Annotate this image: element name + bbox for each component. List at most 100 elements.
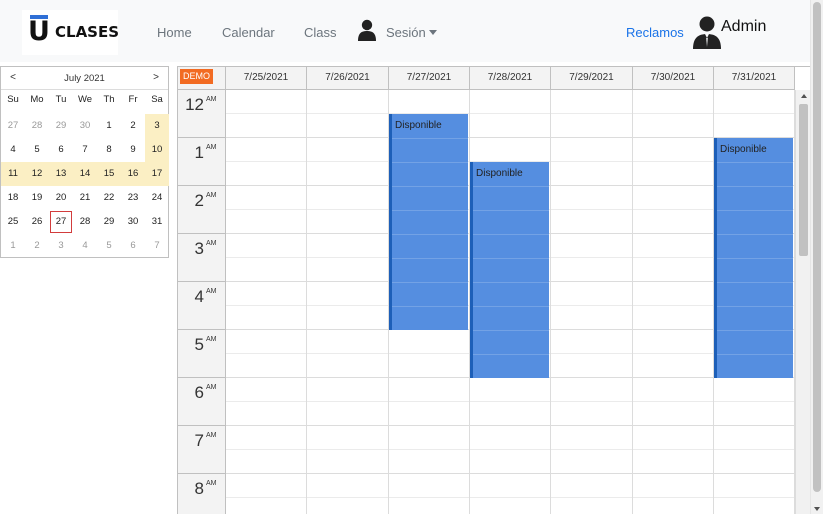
mini-calendar-day[interactable]: 17 [145,162,169,186]
event-half-hour-line [392,282,468,283]
mini-calendar-day[interactable]: 12 [25,162,49,186]
mini-calendar-day[interactable]: 26 [25,210,49,234]
mini-calendar-day[interactable]: 19 [25,186,49,210]
mini-calendar-day[interactable]: 10 [145,138,169,162]
mini-calendar-day[interactable]: 27 [49,210,73,234]
event-disponible[interactable]: Disponible [470,162,549,378]
mini-calendar: < July 2021 > Su Mo Tu We Th Fr Sa 27 28 29 30 1 2 3 4… [0,66,169,258]
half-hour-gridline [226,449,795,450]
mini-calendar-day[interactable]: 13 [49,162,73,186]
mini-calendar-day[interactable]: 14 [73,162,97,186]
mini-calendar-day[interactable]: 21 [73,186,97,210]
hour-gridline [226,473,795,474]
column-header-date[interactable]: 7/25/2021 [226,67,307,90]
column-gridline [550,90,551,514]
hour-row-header: 7 AM [178,426,226,474]
caret-down-icon [428,30,437,35]
week-calendar: DEMO Disponible Disponible Disponible 7/25… [177,66,810,514]
hour-row-header: 12 AM [178,90,226,138]
mini-calendar-day[interactable]: 24 [145,186,169,210]
mini-calendar-day[interactable]: 7 [145,234,169,258]
am-pm-label: AM [206,96,217,103]
hour-label: 6 [194,383,204,402]
mini-calendar-day[interactable]: 22 [97,186,121,210]
calendar-scrollbar[interactable] [795,90,810,514]
am-pm-label: AM [206,192,217,199]
event-half-hour-line [717,330,793,331]
calendar-scrollbar-thumb[interactable] [799,104,808,256]
sesion-dropdown[interactable]: Sesión [386,25,437,41]
mini-calendar-day[interactable]: 28 [73,210,97,234]
mini-calendar-day[interactable]: 30 [121,210,145,234]
mini-calendar-day[interactable]: 1 [97,114,121,138]
event-half-hour-line [392,162,468,163]
mini-calendar-day[interactable]: 29 [97,210,121,234]
mini-calendar-day[interactable]: 8 [97,138,121,162]
mini-calendar-day[interactable]: 30 [73,114,97,138]
am-pm-label: AM [206,384,217,391]
mini-calendar-day[interactable]: 11 [1,162,25,186]
event-half-hour-line [717,354,793,355]
column-header-date[interactable]: 7/27/2021 [389,67,470,90]
column-header-date[interactable]: 7/29/2021 [551,67,633,90]
mini-calendar-day[interactable]: 3 [145,114,169,138]
hour-label: 2 [194,191,204,210]
admin-label[interactable]: Admin [721,18,766,36]
demo-badge: DEMO [180,69,213,84]
next-month-button[interactable]: > [149,72,163,83]
column-header-date[interactable]: 7/30/2021 [633,67,714,90]
mini-calendar-day[interactable]: 23 [121,186,145,210]
mini-calendar-day[interactable]: 6 [121,234,145,258]
event-disponible[interactable]: Disponible [389,114,468,330]
hour-label: 8 [194,479,204,498]
scroll-up-arrow-icon[interactable] [801,94,807,98]
mini-calendar-day[interactable]: 1 [1,234,25,258]
hour-label: 5 [194,335,204,354]
brand-logo[interactable]: U CLASES [22,10,119,55]
mini-calendar-day[interactable]: 9 [121,138,145,162]
hour-gridline [226,137,795,138]
mini-calendar-day[interactable]: 28 [25,114,49,138]
nav-calendar-link[interactable]: Calendar [222,25,275,41]
mini-calendar-day[interactable]: 15 [97,162,121,186]
mini-calendar-day[interactable]: 16 [121,162,145,186]
hour-row-header: 8 AM [178,474,226,514]
hour-row-header: 5 AM [178,330,226,378]
mini-calendar-day[interactable]: 6 [49,138,73,162]
mini-calendar-day[interactable]: 5 [25,138,49,162]
mini-calendar-day[interactable]: 4 [73,234,97,258]
mini-calendar-day[interactable]: 7 [73,138,97,162]
mini-calendar-day[interactable]: 2 [121,114,145,138]
mini-calendar-day[interactable]: 4 [1,138,25,162]
day-of-week-label: Th [103,94,115,105]
scroll-down-arrow-icon[interactable] [814,507,820,511]
mini-calendar-day[interactable]: 29 [49,114,73,138]
am-pm-label: AM [206,288,217,295]
event-disponible[interactable]: Disponible [714,138,793,378]
mini-calendar-day[interactable]: 2 [25,234,49,258]
mini-calendar-day[interactable]: 27 [1,114,25,138]
page-scrollbar-thumb[interactable] [813,2,821,492]
nav-home-link[interactable]: Home [157,25,192,41]
mini-calendar-day[interactable]: 5 [97,234,121,258]
column-header-date[interactable]: 7/31/2021 [714,67,795,90]
calendar-grid[interactable]: Disponible Disponible Disponible [226,90,795,514]
mini-calendar-day[interactable]: 3 [49,234,73,258]
nav-class-link[interactable]: Class [304,25,337,41]
hour-gridline [226,425,795,426]
column-header-date[interactable]: 7/28/2021 [470,67,551,90]
am-pm-label: AM [206,432,217,439]
reclamos-link[interactable]: Reclamos [626,25,684,41]
mini-calendar-title: July 2021 [64,73,105,84]
event-half-hour-line [473,258,549,259]
mini-calendar-day[interactable]: 20 [49,186,73,210]
hour-label: 12 [185,95,204,114]
column-header-date[interactable]: 7/26/2021 [307,67,389,90]
mini-calendar-day[interactable]: 18 [1,186,25,210]
mini-calendar-day[interactable]: 31 [145,210,169,234]
mini-calendar-day[interactable]: 25 [1,210,25,234]
page-scrollbar[interactable] [810,0,823,514]
hour-row-header: 2 AM [178,186,226,234]
event-half-hour-line [392,234,468,235]
event-half-hour-line [473,306,549,307]
